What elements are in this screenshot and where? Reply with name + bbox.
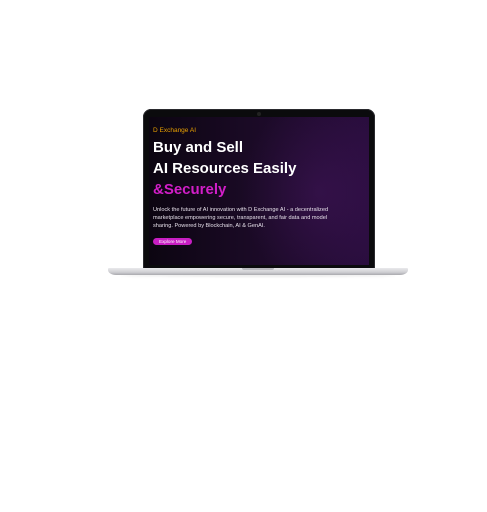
laptop-screen: D Exchange AI Buy and Sell AI Resources … bbox=[149, 117, 369, 265]
laptop-lid: D Exchange AI Buy and Sell AI Resources … bbox=[143, 109, 375, 269]
brand-name: D Exchange AI bbox=[153, 127, 196, 134]
explore-more-button[interactable]: Explore More bbox=[153, 238, 193, 245]
laptop-notch bbox=[242, 268, 274, 270]
hero-headline-line-2: AI Resources Easily bbox=[153, 160, 297, 177]
laptop-base bbox=[108, 268, 408, 275]
camera-icon bbox=[257, 112, 261, 116]
hero-headline-line-1: Buy and Sell bbox=[153, 139, 244, 156]
hero-description: Unlock the future of AI innovation with … bbox=[153, 207, 329, 229]
hero-section: D Exchange AI Buy and Sell AI Resources … bbox=[153, 127, 359, 248]
hero-headline-accent: &Securely bbox=[153, 181, 227, 198]
laptop-mockup: D Exchange AI Buy and Sell AI Resources … bbox=[0, 0, 487, 512]
